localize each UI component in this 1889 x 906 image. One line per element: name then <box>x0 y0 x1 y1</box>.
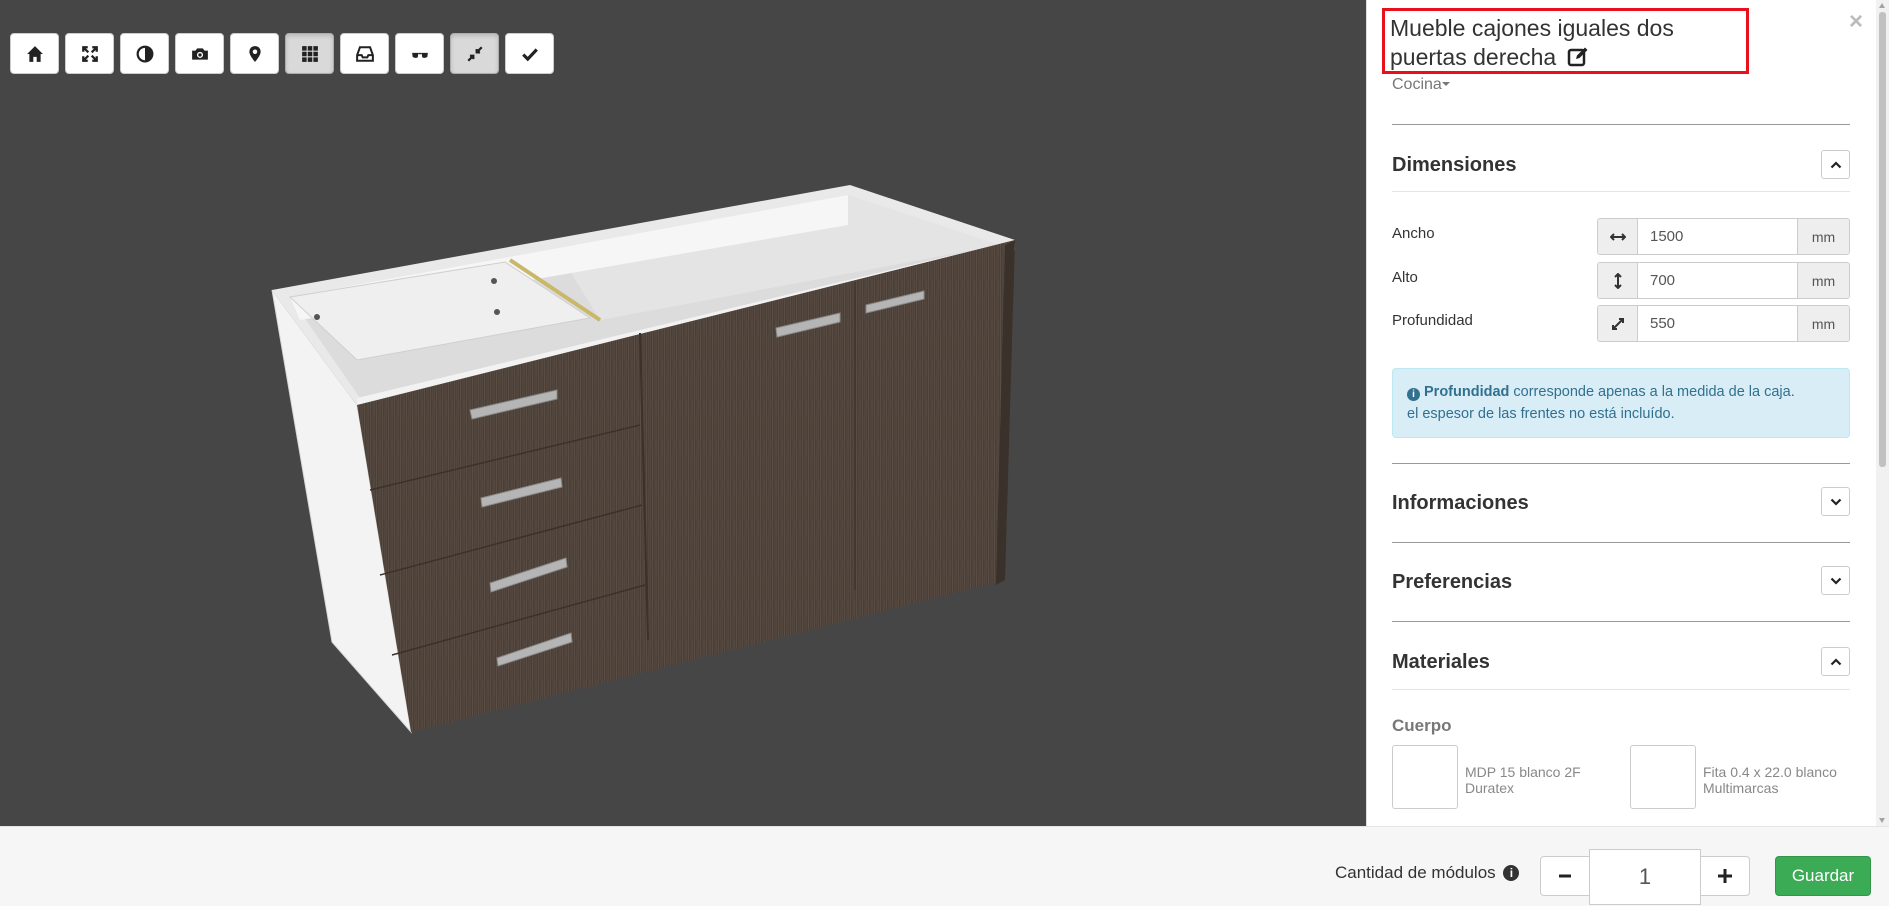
contrast-icon <box>136 45 153 62</box>
alert-text-1: corresponde apenas a la medida de la caj… <box>1509 384 1795 400</box>
dimensiones-collapse-button[interactable] <box>1821 150 1850 179</box>
edit-title-icon[interactable] <box>1567 46 1589 75</box>
footer-bar: Cantidad de módulos i Guardar <box>0 826 1889 906</box>
ancho-input[interactable] <box>1638 219 1797 254</box>
divider <box>1392 621 1850 622</box>
dimension-label-ancho: Ancho <box>1392 225 1435 242</box>
3d-viewport[interactable] <box>0 0 1366 826</box>
save-button[interactable]: Guardar <box>1775 856 1871 896</box>
chevron-down-icon <box>1830 577 1841 585</box>
info-circle-icon[interactable]: i <box>1503 865 1520 881</box>
home-button[interactable] <box>10 33 59 74</box>
category-dropdown[interactable]: Cocina <box>1392 76 1450 94</box>
location-button[interactable] <box>230 33 279 74</box>
material-name: Fita 0.4 x 22.0 blanco Multimarcas <box>1703 764 1837 796</box>
furniture-3d-model[interactable] <box>0 0 1366 826</box>
divider <box>1392 124 1850 125</box>
preferencias-expand-button[interactable] <box>1821 566 1850 595</box>
section-title-dimensiones: Dimensiones <box>1392 154 1517 176</box>
category-label: Cocina <box>1392 76 1442 93</box>
inbox-icon <box>355 45 374 62</box>
map-marker-icon <box>248 45 261 62</box>
alert-text-2: el espesor de las frentes no está incluí… <box>1407 406 1675 422</box>
quantity-input[interactable] <box>1589 849 1701 905</box>
plus-icon <box>1718 869 1732 883</box>
inbox-button[interactable] <box>340 33 389 74</box>
divider <box>1392 689 1850 690</box>
module-title: Mueble cajones iguales dos puertas derec… <box>1390 15 1674 70</box>
dimension-label-alto: Alto <box>1392 269 1418 286</box>
contrast-button[interactable] <box>120 33 169 74</box>
alto-input-group: mm <box>1597 262 1850 299</box>
chevron-down-icon <box>1830 498 1841 506</box>
alto-unit: mm <box>1797 263 1849 298</box>
caret-down-icon <box>1441 82 1450 86</box>
depth-info-alert: i Profundidad corresponde apenas a la med… <box>1392 368 1850 438</box>
panel-scrollbar[interactable] <box>1876 0 1889 826</box>
informaciones-expand-button[interactable] <box>1821 487 1850 516</box>
chevron-up-icon <box>1830 160 1841 168</box>
module-properties-panel: Mueble cajones iguales dos puertas derec… <box>1366 0 1889 826</box>
info-circle-icon: i <box>1407 388 1420 401</box>
materiales-collapse-button[interactable] <box>1821 647 1850 676</box>
glasses-icon <box>411 52 428 58</box>
divider <box>1392 542 1850 543</box>
confirm-button[interactable] <box>505 33 554 74</box>
camera-button[interactable] <box>175 33 224 74</box>
check-icon <box>521 47 538 61</box>
material-swatch[interactable] <box>1392 745 1458 809</box>
compress-button[interactable] <box>450 33 499 74</box>
quantity-label: Cantidad de módulos i <box>1335 863 1520 883</box>
close-panel-button[interactable]: × <box>1849 8 1863 36</box>
profundidad-unit: mm <box>1797 306 1849 341</box>
grid-icon <box>301 45 318 62</box>
profundidad-input[interactable] <box>1638 306 1797 341</box>
material-name: MDP 15 blanco 2F Duratex <box>1465 764 1581 796</box>
minus-icon <box>1559 874 1571 878</box>
grid-button[interactable] <box>285 33 334 74</box>
fullscreen-button[interactable] <box>65 33 114 74</box>
ancho-input-group: mm <box>1597 218 1850 255</box>
scroll-down-icon[interactable] <box>1879 818 1885 823</box>
arrows-diagonal-icon <box>1598 306 1638 341</box>
quantity-label-text: Cantidad de módulos <box>1335 863 1496 882</box>
decrease-quantity-button[interactable] <box>1540 856 1590 896</box>
arrows-horizontal-icon <box>1598 219 1638 254</box>
scroll-up-icon[interactable] <box>1879 3 1885 8</box>
ancho-unit: mm <box>1797 219 1849 254</box>
material-group-cuerpo: Cuerpo <box>1392 716 1452 735</box>
chevron-up-icon <box>1830 657 1841 665</box>
home-icon <box>26 45 43 62</box>
scrollbar-thumb[interactable] <box>1879 12 1886 467</box>
section-title-materiales: Materiales <box>1392 651 1490 673</box>
glasses-button[interactable] <box>395 33 444 74</box>
material-swatch[interactable] <box>1630 745 1696 809</box>
profundidad-input-group: mm <box>1597 305 1850 342</box>
section-title-preferencias: Preferencias <box>1392 571 1513 593</box>
module-title-highlight: Mueble cajones iguales dos puertas derec… <box>1382 8 1749 74</box>
camera-icon <box>191 47 208 60</box>
alto-input[interactable] <box>1638 263 1797 298</box>
fullscreen-icon <box>81 45 98 62</box>
divider <box>1392 191 1850 192</box>
compress-icon <box>466 45 483 62</box>
increase-quantity-button[interactable] <box>1700 856 1750 896</box>
dimension-label-profundidad: Profundidad <box>1392 312 1473 329</box>
arrows-vertical-icon <box>1598 263 1638 298</box>
section-title-informaciones: Informaciones <box>1392 492 1529 514</box>
divider <box>1392 463 1850 464</box>
alert-bold: Profundidad <box>1424 384 1510 400</box>
viewer-toolbar <box>10 33 554 74</box>
